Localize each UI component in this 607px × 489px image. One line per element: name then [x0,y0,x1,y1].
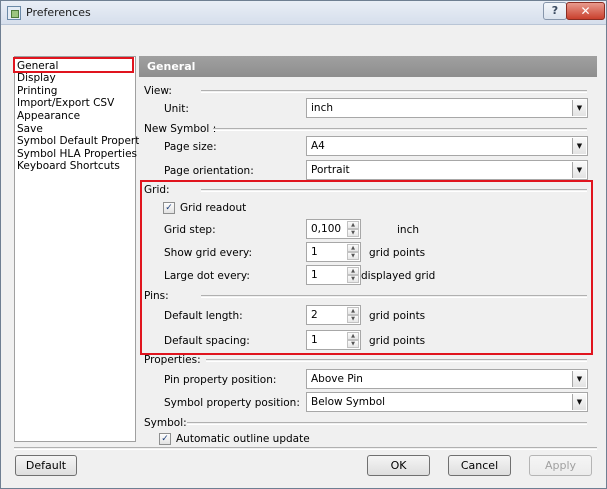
highlight-general [13,57,134,73]
page-orientation-select[interactable]: Portrait ▼ [306,160,588,180]
nav-item-printing[interactable]: Printing [17,85,57,97]
page-size-label: Page size: [164,141,217,153]
app-icon [7,6,21,20]
symbol-property-position-value: Below Symbol [311,396,386,408]
unit-select[interactable]: inch ▼ [306,98,588,118]
apply-button[interactable]: Apply [529,455,592,476]
pin-property-position-label: Pin property position: [164,374,277,386]
separator [213,128,587,131]
chevron-down-icon[interactable]: ▼ [572,162,586,178]
category-list: General Display Printing Import/Export C… [14,56,154,442]
page-size-select[interactable]: A4 ▼ [306,136,588,156]
nav-item-keyboard-shortcuts[interactable]: Keyboard Shortcuts [17,160,120,172]
highlight-grid-pins [140,180,593,355]
symbol-property-position-select[interactable]: Below Symbol ▼ [306,392,588,412]
pin-property-position-value: Above Pin [311,373,363,385]
separator [206,359,587,362]
ok-button[interactable]: OK [367,455,430,476]
nav-item-symbol-default-properties[interactable]: Symbol Default Properties [17,135,154,147]
help-button[interactable]: ? [543,2,567,20]
preferences-window: Preferences ? ✕ General Display Printing… [0,0,607,489]
page-size-value: A4 [311,140,325,152]
close-button[interactable]: ✕ [566,2,605,20]
chevron-down-icon[interactable]: ▼ [572,394,586,410]
cancel-button[interactable]: Cancel [448,455,511,476]
unit-value: inch [311,102,333,114]
automatic-outline-update-label: Automatic outline update [176,433,310,445]
page-orientation-label: Page orientation: [164,165,254,177]
title-bar: Preferences ? ✕ [1,1,606,25]
nav-item-display[interactable]: Display [17,72,56,84]
pin-property-position-select[interactable]: Above Pin ▼ [306,369,588,389]
separator [187,422,587,425]
nav-item-import-export-csv[interactable]: Import/Export CSV [17,97,114,109]
section-view: View: [144,85,172,97]
section-properties: Properties: [144,354,201,366]
panel-header: General [139,56,597,77]
nav-item-appearance[interactable]: Appearance [17,110,80,122]
chevron-down-icon[interactable]: ▼ [572,138,586,154]
nav-item-symbol-hla-properties[interactable]: Symbol HLA Properties [17,148,137,160]
page-orientation-value: Portrait [311,164,350,176]
automatic-outline-update-checkbox[interactable]: ✓ [159,433,171,445]
nav-item-save[interactable]: Save [17,123,43,135]
chevron-down-icon[interactable]: ▼ [572,100,586,116]
default-button[interactable]: Default [15,455,77,476]
footer-separator [14,447,597,450]
section-new-symbol: New Symbol : [144,123,217,135]
unit-label: Unit: [164,103,189,115]
window-title: Preferences [26,6,91,19]
separator [201,90,587,93]
section-symbol: Symbol: [144,417,187,429]
chevron-down-icon[interactable]: ▼ [572,371,586,387]
symbol-property-position-label: Symbol property position: [164,397,300,409]
